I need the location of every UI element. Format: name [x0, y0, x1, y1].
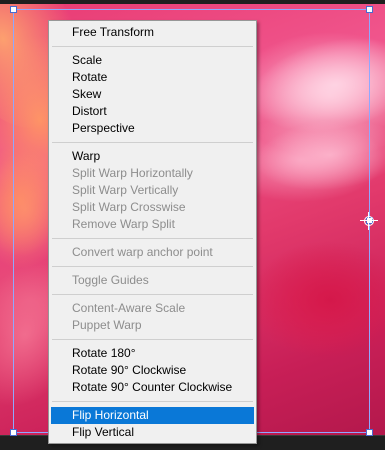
menu-separator [52, 294, 253, 295]
menu-item-rotate-90-clockwise[interactable]: Rotate 90° Clockwise [51, 362, 254, 379]
bounding-box-left-edge [13, 9, 14, 433]
transform-handle-top-left[interactable] [10, 6, 17, 13]
menu-item-content-aware-scale[interactable]: Content-Aware Scale [51, 300, 254, 317]
crosshair-horizontal [360, 220, 378, 221]
reference-point-crosshair-icon[interactable] [360, 212, 378, 230]
menu-item-rotate[interactable]: Rotate [51, 69, 254, 86]
menu-item-flip-vertical[interactable]: Flip Vertical [51, 424, 254, 441]
menu-item-flip-horizontal[interactable]: Flip Horizontal [51, 407, 254, 424]
menu-item-split-warp-crosswise[interactable]: Split Warp Crosswise [51, 199, 254, 216]
menu-item-distort[interactable]: Distort [51, 103, 254, 120]
bounding-box-top-edge [13, 9, 369, 10]
menu-item-warp[interactable]: Warp [51, 148, 254, 165]
menu-item-convert-warp-anchor-point[interactable]: Convert warp anchor point [51, 244, 254, 261]
menu-item-split-warp-horizontally[interactable]: Split Warp Horizontally [51, 165, 254, 182]
menu-item-toggle-guides[interactable]: Toggle Guides [51, 272, 254, 289]
menu-item-rotate-90-counter-clockwise[interactable]: Rotate 90° Counter Clockwise [51, 379, 254, 396]
menu-separator [52, 339, 253, 340]
petal-shape [250, 240, 385, 360]
crosshair-ring [364, 216, 374, 226]
menu-item-remove-warp-split[interactable]: Remove Warp Split [51, 216, 254, 233]
menu-separator [52, 142, 253, 143]
canvas-top-border [0, 0, 385, 4]
petal-shape [242, 23, 385, 147]
menu-item-split-warp-vertically[interactable]: Split Warp Vertically [51, 182, 254, 199]
crosshair-vertical [368, 212, 369, 230]
petal-shape [251, 112, 385, 198]
transform-handle-bottom-left[interactable] [10, 429, 17, 436]
menu-separator [52, 401, 253, 402]
menu-item-puppet-warp[interactable]: Puppet Warp [51, 317, 254, 334]
menu-separator [52, 46, 253, 47]
menu-item-perspective[interactable]: Perspective [51, 120, 254, 137]
menu-separator [52, 238, 253, 239]
menu-item-rotate-180[interactable]: Rotate 180° [51, 345, 254, 362]
transform-handle-bottom-right[interactable] [366, 429, 373, 436]
menu-item-skew[interactable]: Skew [51, 86, 254, 103]
transform-handle-top-right[interactable] [366, 6, 373, 13]
menu-separator [52, 266, 253, 267]
menu-item-scale[interactable]: Scale [51, 52, 254, 69]
menu-item-free-transform[interactable]: Free Transform [51, 24, 254, 41]
transform-context-menu: Free Transform Scale Rotate Skew Distort Pers… [48, 20, 257, 444]
